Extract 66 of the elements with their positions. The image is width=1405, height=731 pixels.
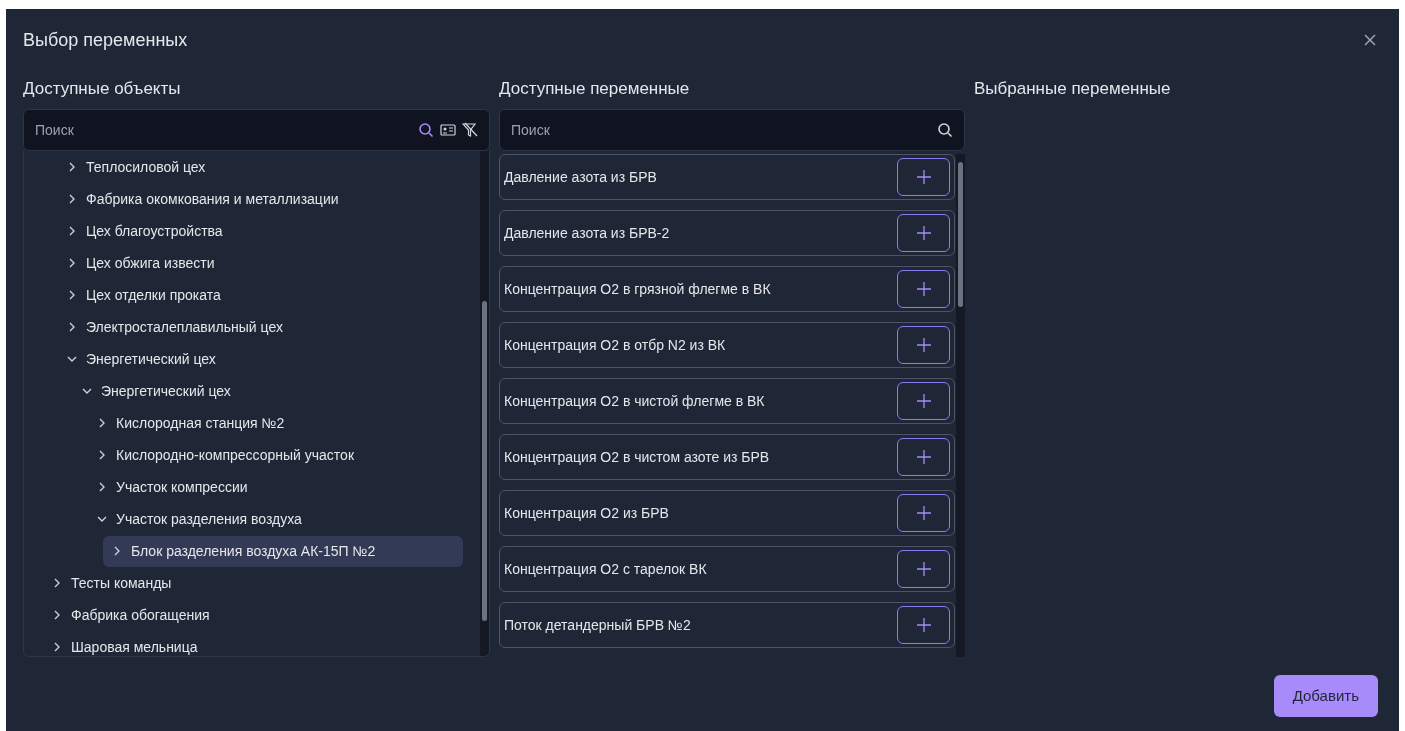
tree-item[interactable]: Кислородная станция №2 [97, 407, 285, 439]
chevron-icon[interactable] [97, 418, 107, 428]
tree-item[interactable]: Блок разделения воздуха АК-15П №2 [103, 535, 463, 567]
chevron-icon[interactable] [97, 482, 107, 492]
add-icon[interactable] [897, 606, 950, 644]
variable-name: Концентрация О2 в чистой флегме в ВК [504, 391, 765, 411]
chevron-icon[interactable] [52, 578, 62, 588]
chevron-icon[interactable] [97, 450, 107, 460]
search-icon[interactable] [937, 122, 953, 138]
chevron-icon[interactable] [82, 386, 92, 396]
add-icon[interactable] [897, 438, 950, 476]
chevron-icon[interactable] [52, 610, 62, 620]
tree-item[interactable]: Фабрика обогащения [52, 599, 210, 631]
column-heading: Выбранные переменные [974, 78, 1172, 100]
filter-icon[interactable] [462, 122, 478, 138]
search-input[interactable]: Поиск [511, 119, 931, 141]
search-field[interactable]: Поиск [23, 109, 490, 151]
variable-name: Концентрация О2 с тарелок ВК [504, 559, 707, 579]
tree-item[interactable]: Энергетический цех [82, 375, 231, 407]
search-icon[interactable] [418, 122, 434, 138]
tree-item[interactable]: Участок разделения воздуха [97, 503, 302, 535]
chevron-icon[interactable] [112, 546, 122, 556]
dialog-title: Выбор переменных [23, 28, 188, 52]
search-field[interactable]: Поиск [499, 109, 965, 151]
chevron-icon[interactable] [67, 290, 77, 300]
add-icon[interactable] [897, 326, 950, 364]
add-icon[interactable] [897, 270, 950, 308]
search-input[interactable]: Поиск [35, 119, 412, 141]
tree-item[interactable]: Цех обжига извести [67, 247, 215, 279]
variable-name: Давление азота из БРВ-2 [504, 223, 670, 243]
chevron-icon[interactable] [67, 194, 77, 204]
chevron-icon[interactable] [52, 642, 62, 652]
tree-item[interactable]: Цех отделки проката [67, 279, 221, 311]
tree-item[interactable]: Цех благоустройства [67, 215, 223, 247]
chevron-icon[interactable] [67, 226, 77, 236]
tree-item[interactable]: Участок компрессии [97, 471, 248, 503]
variable-name: Давление азота из БРВ [504, 167, 657, 187]
tree-item[interactable]: Тесты команды [52, 567, 172, 599]
add-icon[interactable] [897, 382, 950, 420]
chevron-icon[interactable] [67, 354, 77, 364]
scrollbar[interactable] [956, 154, 965, 657]
id-card-icon[interactable] [440, 123, 456, 137]
tree-item[interactable]: Фабрика окомкования и металлизации [67, 183, 339, 215]
tree-item[interactable]: Энергетический цех [67, 343, 216, 375]
add-icon[interactable] [897, 550, 950, 588]
chevron-icon[interactable] [97, 514, 107, 524]
column-heading: Доступные объекты [23, 78, 182, 100]
tree-item[interactable]: Теплосиловой цех [67, 151, 206, 183]
variable-name: Поток детандерный БРВ №2 [504, 615, 691, 635]
column-heading: Доступные переменные [499, 78, 691, 100]
add-icon[interactable] [897, 494, 950, 532]
tree-item[interactable]: Шаровая мельница [52, 631, 198, 656]
chevron-icon[interactable] [67, 258, 77, 268]
scrollbar[interactable] [480, 151, 489, 656]
tree-item[interactable]: Кислородно-компрессорный участок [97, 439, 355, 471]
add-icon[interactable] [897, 158, 950, 196]
add-button[interactable]: Добавить [1273, 675, 1378, 717]
chevron-icon[interactable] [67, 162, 77, 172]
variable-name: Концентрация О2 в отбр N2 из ВК [504, 335, 726, 355]
variable-name: Концентрация О2 в грязной флегме в ВК [504, 279, 771, 299]
tree-item[interactable]: Электросталеплавильный цех [67, 311, 283, 343]
chevron-icon[interactable] [67, 322, 77, 332]
variable-name: Концентрация О2 из БРВ [504, 503, 669, 523]
add-icon[interactable] [897, 214, 950, 252]
close-icon[interactable] [1363, 33, 1377, 47]
variable-name: Концентрация О2 в чистом азоте из БРВ [504, 447, 770, 467]
